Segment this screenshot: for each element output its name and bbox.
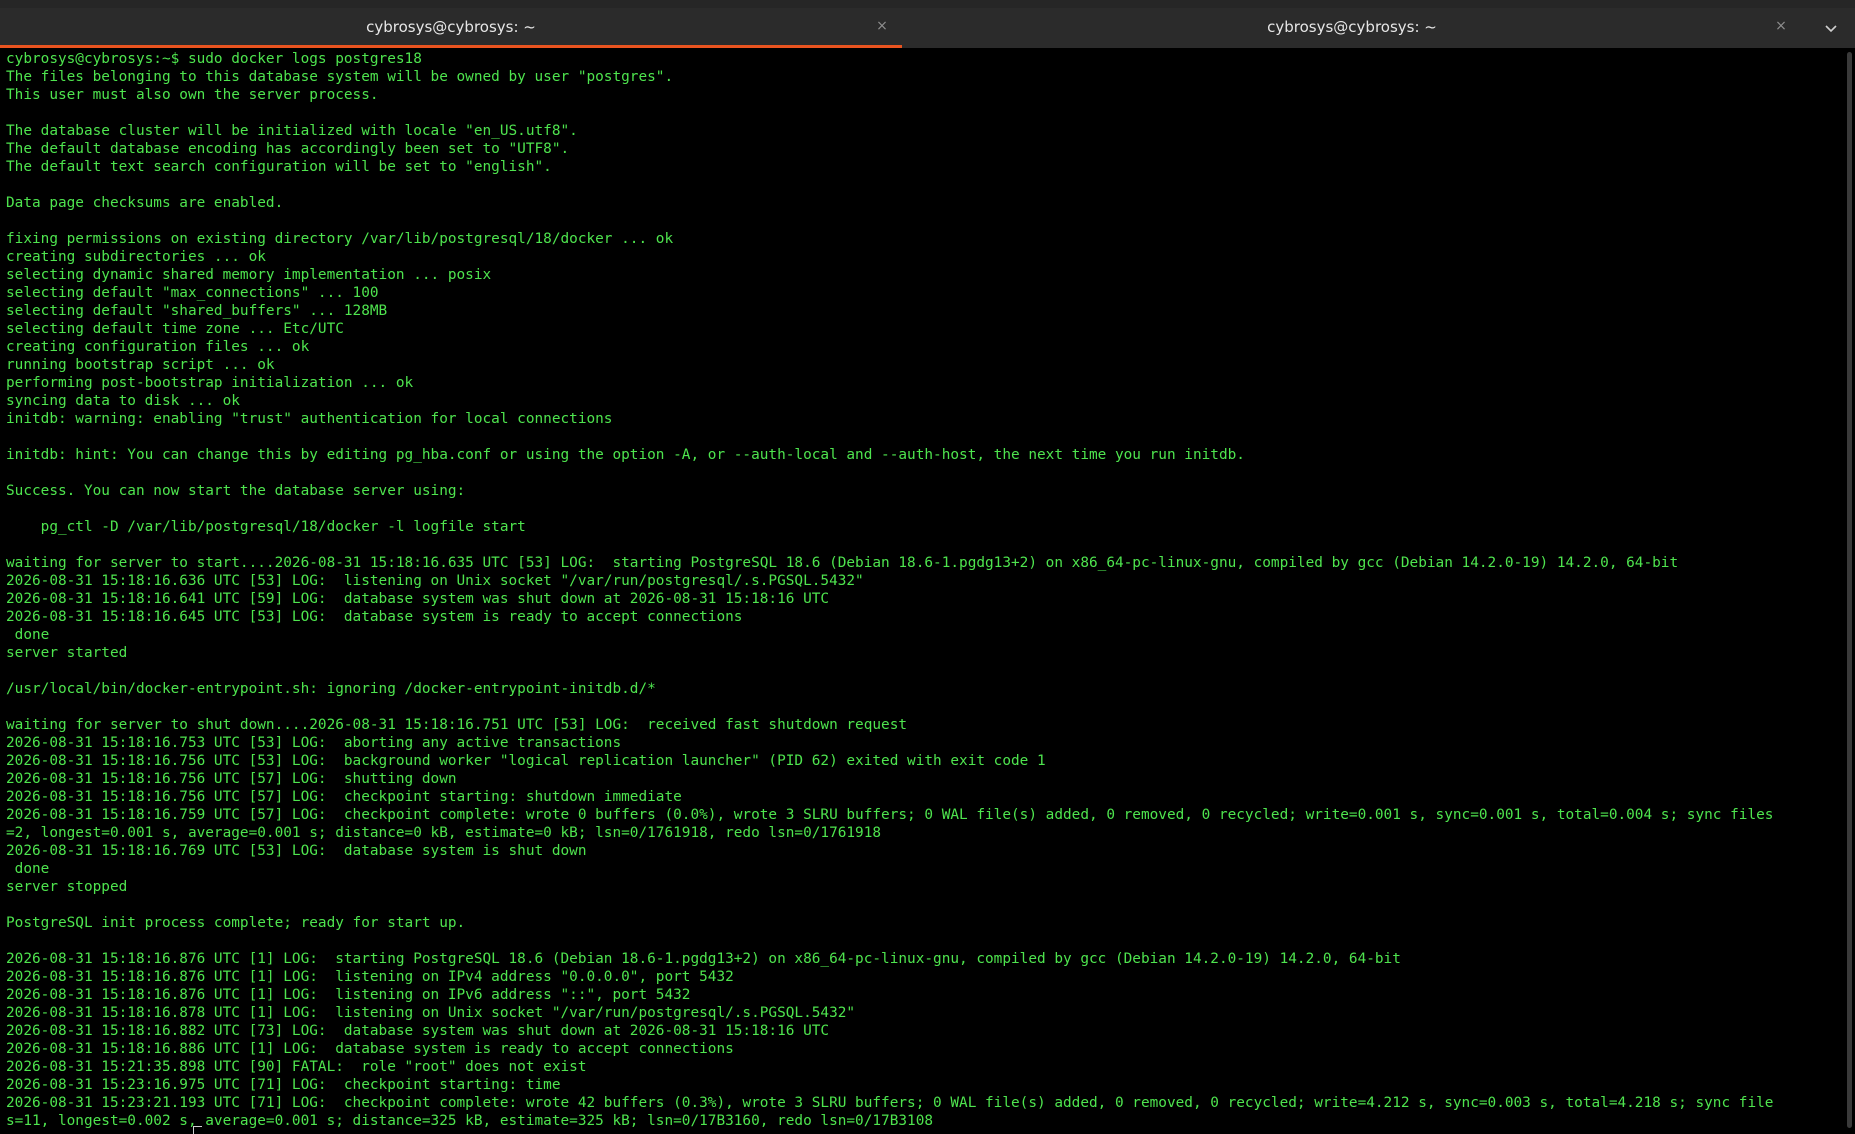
log-line: initdb: hint: You can change this by edi… [6,447,1245,463]
tab-terminal-1[interactable]: cybrosys@cybrosys: ~ × [0,8,902,48]
log-line: 2026-08-31 15:18:16.756 UTC [53] LOG: ba… [6,753,1046,769]
log-line: 2026-08-31 15:18:16.641 UTC [59] LOG: da… [6,591,830,607]
log-line: creating subdirectories ... ok [6,249,266,265]
log-line: running bootstrap script ... ok [6,357,275,373]
log-line: s=11, longest=0.002 s, average=0.001 s; … [6,1113,934,1129]
log-line: waiting for server to shut down....2026-… [6,717,908,733]
log-line: The database cluster will be initialized… [6,123,578,139]
log-line: server stopped [6,879,128,895]
log-lines: The files belonging to this database sys… [6,69,1773,1129]
log-line: This user must also own the server proce… [6,87,379,103]
log-line: selecting default time zone ... Etc/UTC [6,321,344,337]
log-line: selecting default "max_connections" ... … [6,285,379,301]
log-line: selecting default "shared_buffers" ... 1… [6,303,388,319]
tab-bar: cybrosys@cybrosys: ~ × cybrosys@cybrosys… [0,0,1855,48]
scrollbar-thumb[interactable] [1847,52,1852,1128]
log-line: waiting for server to start....2026-08-3… [6,555,1679,571]
log-line: performing post-bootstrap initialization… [6,375,414,391]
log-line: 2026-08-31 15:18:16.886 UTC [1] LOG: dat… [6,1041,734,1057]
log-line: PostgreSQL init process complete; ready … [6,915,466,931]
chevron-down-icon[interactable] [1822,20,1840,38]
terminal-text: cybrosys@cybrosys:~$ sudo docker logs po… [0,48,1845,1130]
log-line: 2026-08-31 15:18:16.645 UTC [53] LOG: da… [6,609,743,625]
shell-command: sudo docker logs postgres18 [179,51,422,67]
log-line: 2026-08-31 15:18:16.769 UTC [53] LOG: da… [6,843,587,859]
close-icon[interactable]: × [874,18,890,34]
log-line: 2026-08-31 15:23:16.975 UTC [71] LOG: ch… [6,1077,561,1093]
log-line: 2026-08-31 15:18:16.759 UTC [57] LOG: ch… [6,807,1774,823]
tab-title: cybrosys@cybrosys: ~ [1267,18,1437,36]
log-line: Success. You can now start the database … [6,483,466,499]
shell-prompt: cybrosys@cybrosys:~$ [6,51,180,67]
log-line: 2026-08-31 15:18:16.878 UTC [1] LOG: lis… [6,1005,856,1021]
log-line: =2, longest=0.001 s, average=0.001 s; di… [6,825,882,841]
log-line: 2026-08-31 15:21:35.898 UTC [90] FATAL: … [6,1059,587,1075]
log-line: 2026-08-31 15:18:16.882 UTC [73] LOG: da… [6,1023,830,1039]
scrollbar[interactable] [1845,48,1855,1134]
log-line: 2026-08-31 15:18:16.756 UTC [57] LOG: ch… [6,789,682,805]
log-line: The default database encoding has accord… [6,141,570,157]
close-icon[interactable]: × [1773,18,1789,34]
log-line: syncing data to disk ... ok [6,393,240,409]
tab-title: cybrosys@cybrosys: ~ [366,18,536,36]
log-line: 2026-08-31 15:18:16.753 UTC [53] LOG: ab… [6,735,622,751]
log-line: Data page checksums are enabled. [6,195,284,211]
log-line: The default text search configuration wi… [6,159,552,175]
tab-terminal-2[interactable]: cybrosys@cybrosys: ~ × [902,8,1802,48]
log-line: The files belonging to this database sys… [6,69,674,85]
log-line: server started [6,645,128,661]
log-line: initdb: warning: enabling "trust" authen… [6,411,613,427]
log-line: done [6,861,50,877]
log-line: 2026-08-31 15:18:16.876 UTC [1] LOG: lis… [6,969,734,985]
log-line: 2026-08-31 15:18:16.876 UTC [1] LOG: sta… [6,951,1401,967]
log-line: 2026-08-31 15:18:16.876 UTC [1] LOG: lis… [6,987,691,1003]
log-line: 2026-08-31 15:18:16.756 UTC [57] LOG: sh… [6,771,457,787]
log-line: 2026-08-31 15:23:21.193 UTC [71] LOG: ch… [6,1095,1774,1111]
log-line: fixing permissions on existing directory… [6,231,674,247]
chevron-down-icon-svg [1825,25,1837,33]
log-line: selecting dynamic shared memory implemen… [6,267,492,283]
mouse-cursor-icon [193,1126,202,1134]
log-line: done [6,627,50,643]
log-line: 2026-08-31 15:18:16.636 UTC [53] LOG: li… [6,573,864,589]
log-line: /usr/local/bin/docker-entrypoint.sh: ign… [6,681,656,697]
log-line: creating configuration files ... ok [6,339,310,355]
log-line: pg_ctl -D /var/lib/postgresql/18/docker … [6,519,526,535]
terminal-output[interactable]: cybrosys@cybrosys:~$ sudo docker logs po… [0,48,1845,1134]
